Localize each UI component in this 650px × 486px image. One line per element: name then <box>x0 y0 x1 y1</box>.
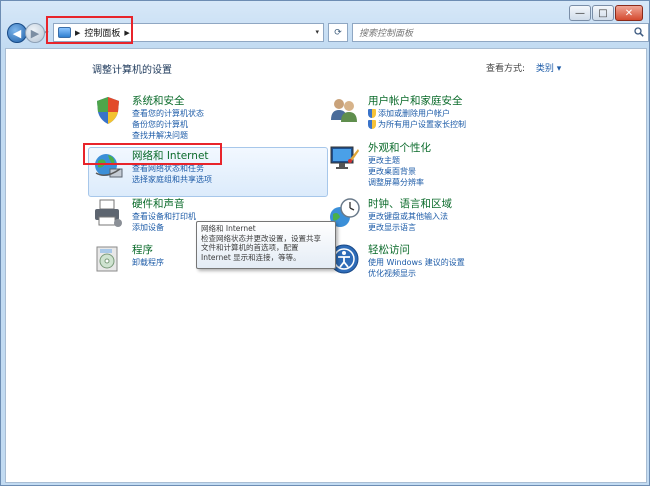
recent-pages-icon[interactable]: ▾ <box>45 29 49 37</box>
tooltip-line-title: 网络和 Internet <box>201 224 256 233</box>
search-input[interactable]: 搜索控制面板 <box>352 23 649 42</box>
tooltip-line: 文件和计算机的首选项，配置 <box>201 243 299 252</box>
link-add-device[interactable]: 添加设备 <box>132 222 164 233</box>
breadcrumb-separator-icon[interactable]: ▶ <box>75 29 80 37</box>
uac-shield-icon <box>368 120 376 129</box>
search-icon[interactable] <box>634 27 644 37</box>
network-globe-icon <box>95 154 123 178</box>
category-title-programs[interactable]: 程序 <box>132 242 153 257</box>
printer-icon <box>95 199 122 227</box>
uac-shield-icon <box>368 109 376 118</box>
address-bar[interactable]: ▶ 控制面板 ▶ ▾ <box>53 23 324 42</box>
link-add-remove-accounts-label: 添加或删除用户帐户 <box>378 109 450 118</box>
refresh-button[interactable]: ⟳ <box>328 23 348 42</box>
close-button[interactable]: ✕ <box>615 5 643 21</box>
link-change-theme[interactable]: 更改主题 <box>368 155 400 166</box>
programs-icon <box>96 246 118 272</box>
link-homegroup-sharing[interactable]: 选择家庭组和共享选项 <box>132 174 212 185</box>
view-by: 查看方式: 类别 ▾ <box>486 61 561 74</box>
shield-icon <box>97 97 119 124</box>
forward-button[interactable]: ▶ <box>25 23 45 43</box>
users-icon <box>331 99 357 122</box>
link-devices-printers[interactable]: 查看设备和打印机 <box>132 211 196 222</box>
link-change-display-language[interactable]: 更改显示语言 <box>368 222 416 233</box>
link-backup-computer[interactable]: 备份您的计算机 <box>132 119 188 130</box>
link-parental-controls[interactable]: 为所有用户设置家长控制 <box>368 119 466 130</box>
category-title-users[interactable]: 用户帐户和家庭安全 <box>368 93 463 108</box>
link-add-remove-accounts[interactable]: 添加或删除用户帐户 <box>368 108 450 119</box>
network-tooltip: 网络和 Internet 检查网络状态并更改设置，设置共享 文件和计算机的首选项… <box>196 221 336 269</box>
appearance-icon <box>330 146 359 169</box>
control-panel-icon <box>58 27 71 38</box>
caption-buttons: — □ ✕ <box>569 5 643 21</box>
link-uninstall-program[interactable]: 卸载程序 <box>132 257 164 268</box>
link-network-status[interactable]: 查看网络状态和任务 <box>132 163 204 174</box>
maximize-button[interactable]: □ <box>592 5 614 21</box>
tooltip-line: 检查网络状态并更改设置，设置共享 <box>201 233 321 243</box>
navigation-bar: ◀ ▶ ▾ ▶ 控制面板 ▶ ▾ ⟳ 搜索控制面板 <box>5 21 649 45</box>
view-by-label: 查看方式: <box>486 64 526 74</box>
main-content: 调整计算机的设置 查看方式: 类别 ▾ 系统和安全 查看您的计算机状态 备份您的… <box>5 48 647 483</box>
refresh-icon: ⟳ <box>334 27 342 38</box>
tooltip-line: Internet 显示和连接，等等。 <box>201 252 301 262</box>
link-change-keyboard[interactable]: 更改键盘或其他输入法 <box>368 211 448 222</box>
breadcrumb-control-panel[interactable]: 控制面板 <box>84 26 120 39</box>
back-button[interactable]: ◀ <box>7 23 27 43</box>
address-dropdown-icon[interactable]: ▾ <box>315 28 319 36</box>
minimize-button[interactable]: — <box>569 5 591 21</box>
link-change-background[interactable]: 更改桌面背景 <box>368 166 416 177</box>
category-title-ease[interactable]: 轻松访问 <box>368 242 410 257</box>
breadcrumb-arrow-icon[interactable]: ▶ <box>124 29 129 37</box>
view-by-dropdown[interactable]: 类别 ▾ <box>536 64 561 74</box>
link-optimize-video[interactable]: 优化视频显示 <box>368 268 416 279</box>
page-title: 调整计算机的设置 <box>92 65 172 76</box>
link-screen-resolution[interactable]: 调整屏幕分辨率 <box>368 177 424 188</box>
category-title-network[interactable]: 网络和 Internet <box>132 148 209 163</box>
link-parental-controls-label: 为所有用户设置家长控制 <box>378 120 466 129</box>
category-title-system[interactable]: 系统和安全 <box>132 93 185 108</box>
link-troubleshoot[interactable]: 查找并解决问题 <box>132 130 188 141</box>
category-title-clock[interactable]: 时钟、语言和区域 <box>368 196 452 211</box>
window-frame: — □ ✕ ◀ ▶ ▾ ▶ 控制面板 ▶ ▾ ⟳ 搜索控制面板 调整计算机的设置… <box>0 0 650 486</box>
link-windows-recommended[interactable]: 使用 Windows 建议的设置 <box>368 257 465 268</box>
category-title-hardware[interactable]: 硬件和声音 <box>132 196 185 211</box>
link-view-computer-status[interactable]: 查看您的计算机状态 <box>132 108 204 119</box>
category-title-appearance[interactable]: 外观和个性化 <box>368 140 431 155</box>
search-placeholder: 搜索控制面板 <box>359 29 414 39</box>
